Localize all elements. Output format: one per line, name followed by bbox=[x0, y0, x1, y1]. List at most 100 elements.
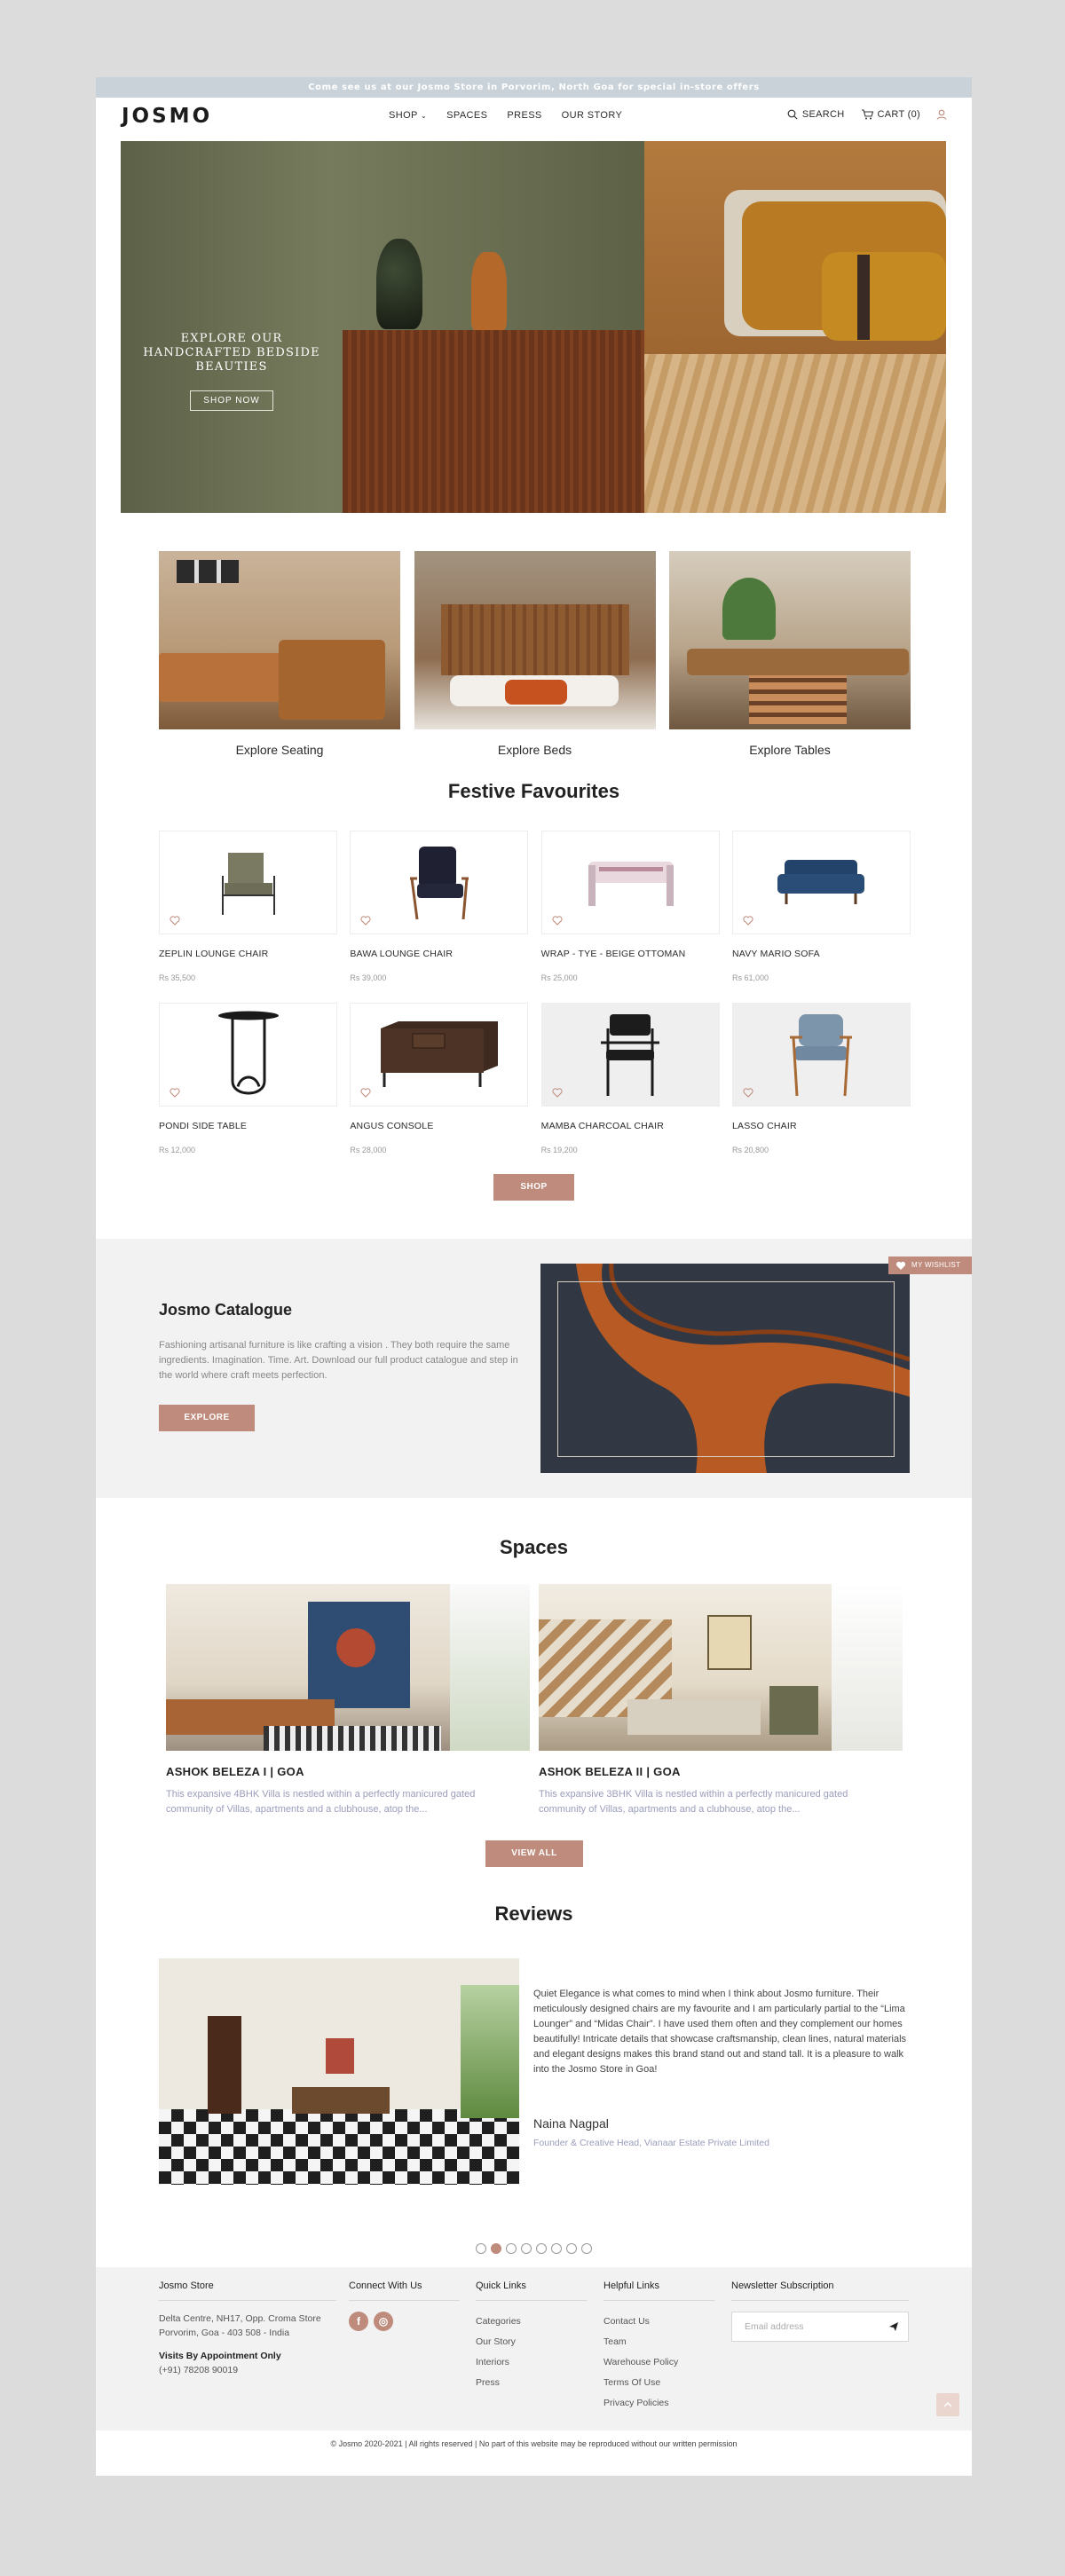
carousel-dot[interactable] bbox=[581, 2243, 592, 2254]
product-card[interactable]: ZEPLIN LOUNGE CHAIR Rs 35,500 bbox=[159, 831, 337, 982]
heart-icon[interactable] bbox=[360, 1088, 371, 1098]
site-header: JOSMO SHOP ⌄ SPACES PRESS OUR STORY SEAR… bbox=[96, 98, 972, 138]
footer-link-terms[interactable]: Terms Of Use bbox=[604, 2373, 714, 2393]
account-button[interactable] bbox=[936, 109, 947, 120]
carousel-dot[interactable] bbox=[491, 2243, 501, 2254]
ottoman-icon bbox=[588, 861, 674, 906]
sofa-shape bbox=[627, 1699, 761, 1735]
heart-icon[interactable] bbox=[170, 1088, 180, 1098]
carousel-dot[interactable] bbox=[566, 2243, 577, 2254]
footer-quick-links: Quick Links Categories Our Story Interio… bbox=[476, 2281, 587, 2393]
hero-banner[interactable]: EXPLORE OUR HANDCRAFTED BEDSIDE BEAUTIES… bbox=[121, 141, 946, 513]
product-image bbox=[540, 1003, 720, 1107]
product-name: WRAP - TYE - BEIGE OTTOMAN bbox=[540, 949, 686, 959]
heart-icon[interactable] bbox=[170, 916, 180, 926]
heart-icon[interactable] bbox=[552, 916, 563, 926]
product-price: Rs 20,800 bbox=[731, 1146, 769, 1154]
footer-link-our-story[interactable]: Our Story bbox=[476, 2332, 587, 2352]
product-price: Rs 39,000 bbox=[350, 973, 387, 982]
heart-icon[interactable] bbox=[360, 916, 371, 926]
doorway-shape bbox=[208, 2016, 241, 2114]
footer-link-warehouse-policy[interactable]: Warehouse Policy bbox=[604, 2352, 714, 2373]
divider bbox=[731, 2300, 909, 2301]
cart-icon bbox=[861, 109, 873, 120]
footer-link-privacy[interactable]: Privacy Policies bbox=[604, 2393, 714, 2414]
product-card[interactable]: NAVY MARIO SOFA Rs 61,000 bbox=[731, 831, 911, 982]
logo[interactable]: JOSMO bbox=[122, 105, 210, 128]
catalogue-image bbox=[540, 1264, 910, 1473]
product-price: Rs 25,000 bbox=[540, 973, 578, 982]
shop-button[interactable]: SHOP bbox=[493, 1174, 574, 1201]
carousel-dot[interactable] bbox=[551, 2243, 562, 2254]
facebook-icon[interactable]: f bbox=[349, 2312, 368, 2331]
product-image bbox=[731, 831, 911, 934]
carousel-dot[interactable] bbox=[476, 2243, 486, 2254]
nav-our-story[interactable]: OUR STORY bbox=[562, 110, 623, 121]
catalogue-section: Josmo Catalogue Fashioning artisanal fur… bbox=[96, 1239, 972, 1498]
hero-figurine bbox=[471, 252, 507, 330]
product-card[interactable]: ANGUS CONSOLE Rs 28,000 bbox=[350, 1003, 529, 1154]
window-shape bbox=[461, 1985, 519, 2118]
carousel-dot[interactable] bbox=[536, 2243, 547, 2254]
category-label: Explore Beds bbox=[497, 743, 572, 757]
footer-helpful-links-title: Helpful Links bbox=[604, 2281, 659, 2291]
category-tables[interactable]: Explore Tables bbox=[669, 551, 911, 757]
window-shape bbox=[450, 1584, 530, 1751]
product-name: MAMBA CHARCOAL CHAIR bbox=[540, 1121, 665, 1131]
product-image bbox=[159, 831, 337, 934]
product-card[interactable]: BAWA LOUNGE CHAIR Rs 39,000 bbox=[350, 831, 529, 982]
floor-shape bbox=[159, 2109, 519, 2185]
chair-shape bbox=[279, 640, 385, 720]
nav-spaces[interactable]: SPACES bbox=[446, 110, 487, 121]
nav-shop[interactable]: SHOP ⌄ bbox=[389, 110, 427, 121]
product-card[interactable]: MAMBA CHARCOAL CHAIR Rs 19,200 bbox=[540, 1003, 720, 1154]
footer-link-press[interactable]: Press bbox=[476, 2373, 587, 2393]
category-image bbox=[669, 551, 911, 729]
product-image bbox=[350, 831, 529, 934]
heart-icon[interactable] bbox=[743, 916, 753, 926]
carousel-dot[interactable] bbox=[506, 2243, 517, 2254]
explore-button[interactable]: EXPLORE bbox=[159, 1405, 255, 1431]
table-shape bbox=[292, 2087, 390, 2114]
product-card[interactable]: PONDI SIDE TABLE Rs 12,000 bbox=[159, 1003, 337, 1154]
window-shape bbox=[832, 1584, 903, 1751]
footer-phone[interactable]: (+91) 78208 90019 bbox=[159, 2363, 336, 2377]
send-icon[interactable] bbox=[888, 2321, 899, 2332]
hero-shop-now-button[interactable]: SHOP NOW bbox=[190, 390, 273, 411]
space-card[interactable]: ASHOK BELEZA II | GOA This expansive 3BH… bbox=[539, 1584, 903, 1817]
carousel-dots bbox=[476, 2243, 592, 2254]
view-all-button[interactable]: VIEW ALL bbox=[485, 1840, 583, 1867]
footer-link-contact[interactable]: Contact Us bbox=[604, 2312, 714, 2332]
chair-icon bbox=[790, 1013, 853, 1096]
space-image bbox=[539, 1584, 903, 1751]
divider bbox=[159, 2300, 336, 2301]
space-name: ASHOK BELEZA I | GOA bbox=[166, 1765, 304, 1778]
wishlist-tab[interactable]: MY WISHLIST bbox=[888, 1256, 972, 1274]
search-button[interactable]: SEARCH bbox=[787, 109, 845, 120]
heart-icon[interactable] bbox=[552, 1088, 563, 1098]
review-quote: Quiet Elegance is what comes to mind whe… bbox=[533, 1989, 907, 2075]
newsletter-form bbox=[731, 2312, 909, 2342]
footer-link-categories[interactable]: Categories bbox=[476, 2312, 587, 2332]
footer-link-team[interactable]: Team bbox=[604, 2332, 714, 2352]
footer-link-interiors[interactable]: Interiors bbox=[476, 2352, 587, 2373]
divider bbox=[604, 2300, 714, 2301]
back-to-top-button[interactable] bbox=[936, 2393, 959, 2416]
email-field[interactable] bbox=[732, 2312, 874, 2341]
category-seating[interactable]: Explore Seating bbox=[159, 551, 400, 757]
hero-bedside-table bbox=[343, 330, 644, 513]
hero-cushion-stripe bbox=[857, 255, 870, 340]
chevron-down-icon: ⌄ bbox=[421, 112, 428, 120]
footer-connect: Connect With Us f ◎ bbox=[349, 2281, 460, 2331]
chevron-up-icon bbox=[943, 2401, 952, 2407]
cart-button[interactable]: CART (0) bbox=[861, 109, 920, 120]
category-label: Explore Tables bbox=[749, 743, 831, 757]
space-card[interactable]: ASHOK BELEZA I | GOA This expansive 4BHK… bbox=[166, 1584, 530, 1817]
product-card[interactable]: LASSO CHAIR Rs 20,800 bbox=[731, 1003, 911, 1154]
carousel-dot[interactable] bbox=[521, 2243, 532, 2254]
nav-press[interactable]: PRESS bbox=[507, 110, 541, 121]
category-beds[interactable]: Explore Beds bbox=[414, 551, 656, 757]
product-card[interactable]: WRAP - TYE - BEIGE OTTOMAN Rs 25,000 bbox=[540, 831, 720, 982]
instagram-icon[interactable]: ◎ bbox=[374, 2312, 393, 2331]
heart-icon[interactable] bbox=[743, 1088, 753, 1098]
